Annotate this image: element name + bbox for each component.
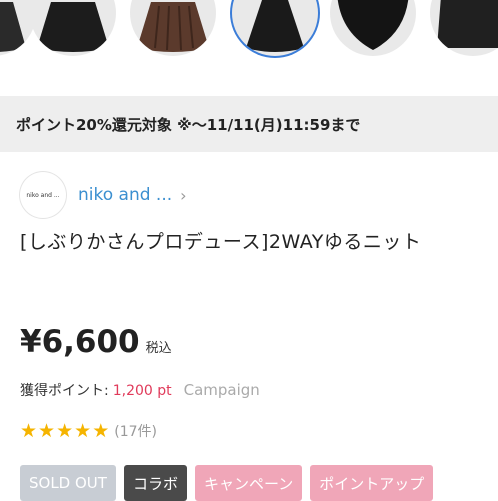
skirt-image	[0, 2, 26, 52]
star-icon: ★	[38, 420, 56, 442]
chevron-right-icon: ›	[180, 185, 187, 205]
sold-out-tag: SOLD OUT	[20, 465, 116, 501]
skirt-image	[246, 0, 304, 52]
thumbnail-image[interactable]	[30, 0, 116, 56]
thumbnail-image[interactable]	[430, 0, 498, 56]
star-icon: ★	[56, 420, 74, 442]
campaign-tag: キャンペーン	[194, 465, 303, 501]
points-label: 獲得ポイント:	[20, 383, 109, 399]
skirt-image	[37, 2, 109, 52]
tax-included-label: 税込	[145, 341, 172, 356]
point-campaign-banner: ポイント20%還元対象 ※～11/11(月)11:59まで	[0, 96, 498, 152]
star-icon: ★	[92, 420, 110, 442]
point-up-tag: ポイントアップ	[310, 465, 434, 501]
campaign-link[interactable]: Campaign	[184, 381, 260, 399]
product-price: ¥6,600	[20, 324, 140, 360]
brand-name[interactable]: niko and ...	[78, 185, 172, 205]
skirt-image	[137, 2, 209, 52]
thumbnail-image[interactable]	[130, 0, 216, 56]
image-thumbnail-strip[interactable]	[0, 0, 498, 72]
sweater-image	[337, 0, 409, 50]
point-campaign-text: ポイント20%還元対象 ※～11/11(月)11:59まで	[16, 115, 361, 134]
brand-logo: niko and ...	[20, 172, 66, 218]
rating-row[interactable]: ★ ★ ★ ★ ★ (17件)	[20, 421, 157, 441]
product-title: [しぶりかさんプロデュース]2WAYゆるニット	[20, 231, 422, 253]
points-value: 1,200 pt	[112, 383, 172, 399]
price-row: ¥6,600 税込	[20, 324, 172, 360]
star-icon: ★	[74, 420, 92, 442]
brand-link[interactable]: niko and ... niko and ... ›	[20, 172, 187, 218]
collab-tag: コラボ	[123, 465, 187, 501]
points-row: 獲得ポイント: 1,200 pt Campaign	[20, 380, 260, 400]
thumbnail-image-selected[interactable]	[232, 0, 318, 56]
star-icon: ★	[20, 420, 38, 442]
review-count[interactable]: (17件)	[114, 421, 157, 441]
thumbnail-image[interactable]	[330, 0, 416, 56]
product-tags: SOLD OUT コラボ キャンペーン ポイントアップ	[20, 465, 441, 501]
sweater-image	[437, 0, 498, 48]
brand-logo-text: niko and ...	[26, 191, 60, 199]
